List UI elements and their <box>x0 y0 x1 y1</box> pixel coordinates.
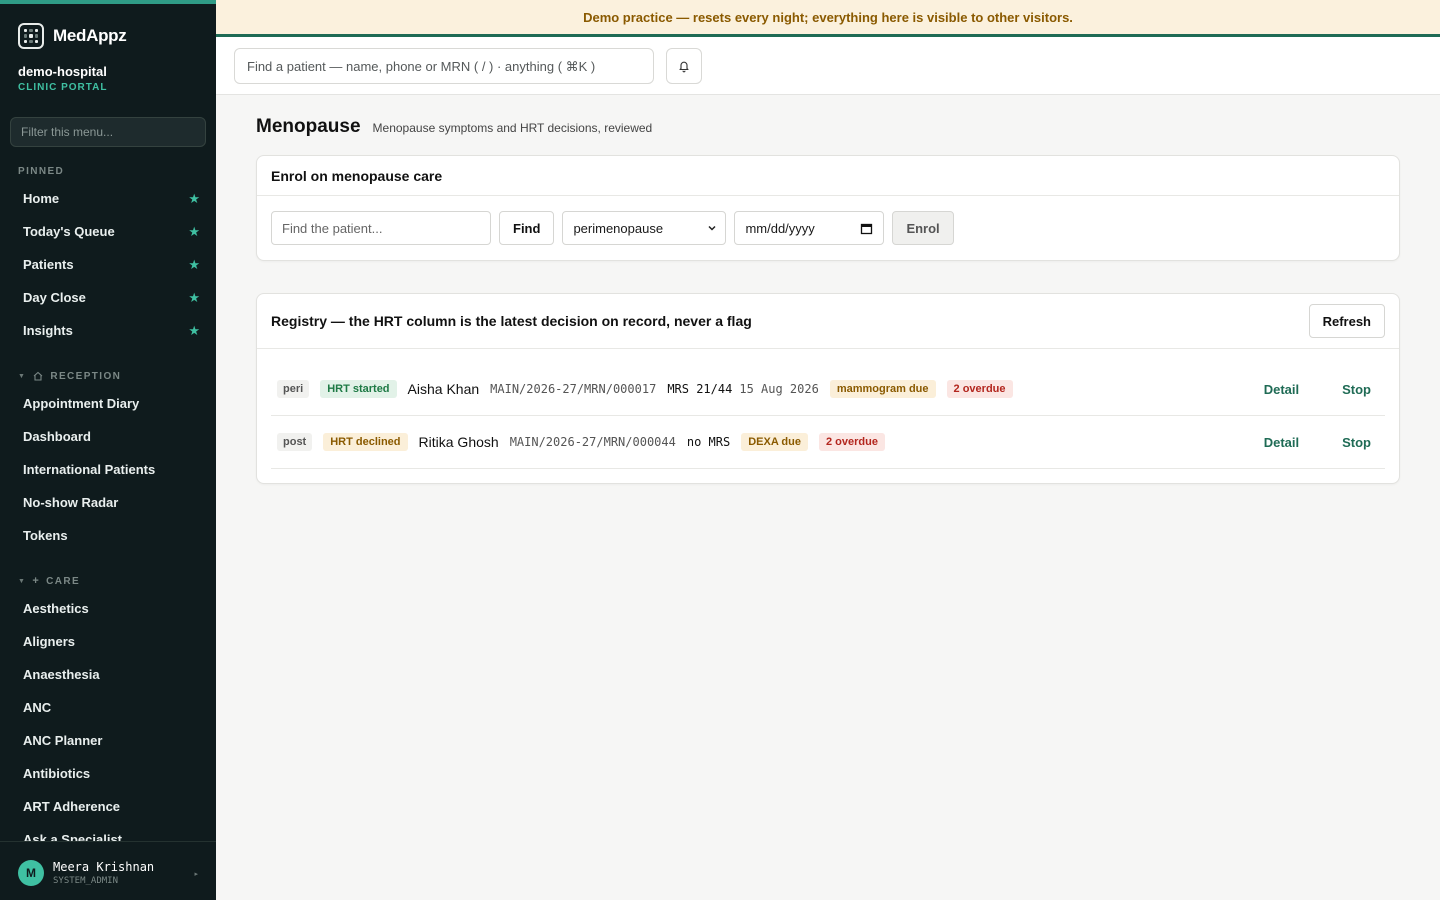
patient-name: Ritika Ghosh <box>418 434 499 450</box>
home-icon <box>33 371 43 381</box>
registry-title: Registry — the HRT column is the latest … <box>271 313 752 329</box>
registry-header: Registry — the HRT column is the latest … <box>257 294 1399 349</box>
stop-link[interactable]: Stop <box>1342 382 1371 397</box>
sidebar-item-home[interactable]: Home ★ <box>0 182 216 215</box>
row-actions: Detail Stop <box>1264 363 1371 416</box>
sidebar-item-appointment-diary[interactable]: Appointment Diary <box>0 387 216 420</box>
sidebar-item-anc[interactable]: ANC <box>0 691 216 724</box>
refresh-button[interactable]: Refresh <box>1308 304 1385 338</box>
care-list[interactable]: Aesthetics Aligners Anaesthesia ANC ANC … <box>0 592 216 841</box>
pinned-list: Home ★ Today's Queue ★ Patients ★ Day Close… <box>0 182 216 347</box>
demo-banner: Demo practice — resets every night; ever… <box>216 0 1440 37</box>
section-label-reception[interactable]: ▼ RECEPTION <box>18 370 121 382</box>
chevron-down-icon: ▼ <box>18 577 27 585</box>
detail-link[interactable]: Detail <box>1264 382 1299 397</box>
stage-badge: peri <box>277 380 310 398</box>
find-button[interactable]: Find <box>499 211 555 245</box>
enrol-card-title: Enrol on menopause care <box>257 156 1399 196</box>
notifications-button[interactable] <box>666 48 702 84</box>
stage-select-value: perimenopause <box>573 220 664 236</box>
star-icon[interactable]: ★ <box>188 323 200 339</box>
stage-select[interactable]: perimenopause <box>562 211 727 245</box>
star-icon[interactable]: ★ <box>188 224 200 240</box>
stage-badge: post <box>277 433 313 451</box>
mrs-score: no MRS <box>686 435 731 449</box>
enrol-card: Enrol on menopause care Find perimenopau… <box>256 155 1400 261</box>
menu-filter-input[interactable] <box>10 117 206 147</box>
enrol-form: Find perimenopause mm/dd/yyyy Enrol <box>257 196 1399 260</box>
sidebar-item-international-patients[interactable]: International Patients <box>0 453 216 486</box>
page-header: Menopause Menopause symptoms and HRT dec… <box>256 116 652 138</box>
detail-link[interactable]: Detail <box>1264 435 1299 450</box>
sidebar-item-day-close[interactable]: Day Close ★ <box>0 281 216 314</box>
topbar <box>216 37 1440 95</box>
calendar-icon[interactable] <box>860 222 873 235</box>
overdue-badge: 2 overdue <box>818 433 885 451</box>
sidebar-item-ask-a-specialist[interactable]: Ask a Specialist <box>0 823 216 841</box>
stop-link[interactable]: Stop <box>1342 435 1371 450</box>
hrt-status-badge: HRT declined <box>323 433 408 451</box>
user-menu[interactable]: M Meera Krishnan SYSTEM_ADMIN ▸ <box>0 841 216 900</box>
due-badge: mammogram due <box>829 380 936 398</box>
brand[interactable]: MedAppz <box>18 22 127 50</box>
star-icon[interactable]: ★ <box>188 290 200 306</box>
org-subtitle: CLINIC PORTAL <box>18 82 108 93</box>
sidebar: MedAppz demo-hospital CLINIC PORTAL PINN… <box>0 0 216 900</box>
section-label-care[interactable]: ▼ + CARE <box>18 575 80 587</box>
brand-name: MedAppz <box>53 26 127 45</box>
banner-text: Demo practice — resets every night; ever… <box>583 9 1073 25</box>
patient-mrn: MAIN/2026-27/MRN/000044 <box>509 435 676 449</box>
org-name: demo-hospital <box>18 64 107 79</box>
star-icon[interactable]: ★ <box>188 191 200 207</box>
sidebar-item-insights[interactable]: Insights ★ <box>0 314 216 347</box>
chevron-down-icon: ▼ <box>18 372 27 380</box>
overdue-badge: 2 overdue <box>946 380 1013 398</box>
reception-list: Appointment Diary Dashboard Internationa… <box>0 387 216 552</box>
sidebar-item-anc-planner[interactable]: ANC Planner <box>0 724 216 757</box>
enrol-patient-input[interactable] <box>271 211 491 245</box>
sidebar-item-art-adherence[interactable]: ART Adherence <box>0 790 216 823</box>
patient-name: Aisha Khan <box>407 381 480 397</box>
enrol-button[interactable]: Enrol <box>892 211 954 245</box>
section-label-pinned: PINNED <box>18 166 65 177</box>
sidebar-item-patients[interactable]: Patients ★ <box>0 248 216 281</box>
registry-card: Registry — the HRT column is the latest … <box>256 293 1400 484</box>
page-title: Menopause <box>256 116 361 137</box>
row-actions: Detail Stop <box>1264 416 1371 469</box>
sidebar-item-antibiotics[interactable]: Antibiotics <box>0 757 216 790</box>
patient-mrn: MAIN/2026-27/MRN/000017 <box>490 382 657 396</box>
user-info: Meera Krishnan SYSTEM_ADMIN <box>53 860 154 886</box>
patient-search-input[interactable] <box>234 48 654 84</box>
table-row: post HRT declined Ritika Ghosh MAIN/2026… <box>271 416 1385 469</box>
hrt-status-badge: HRT started <box>320 380 397 398</box>
bell-icon <box>679 61 689 73</box>
registry-list: peri HRT started Aisha Khan MAIN/2026-27… <box>257 363 1399 483</box>
chevron-right-icon: ▸ <box>194 871 198 878</box>
org-block: demo-hospital CLINIC PORTAL <box>18 64 107 93</box>
sidebar-item-tokens[interactable]: Tokens <box>0 519 216 552</box>
user-name: Meera Krishnan <box>53 860 155 874</box>
chevron-down-icon <box>708 225 716 231</box>
review-date: 15 Aug 2026 <box>739 382 819 396</box>
due-badge: DEXA due <box>741 433 808 451</box>
star-icon[interactable]: ★ <box>188 257 200 273</box>
sidebar-item-no-show-radar[interactable]: No-show Radar <box>0 486 216 519</box>
sidebar-item-anaesthesia[interactable]: Anaesthesia <box>0 658 216 691</box>
enrol-date-input[interactable]: mm/dd/yyyy <box>734 211 885 245</box>
avatar: M <box>18 860 44 886</box>
user-role: SYSTEM_ADMIN <box>53 876 119 886</box>
table-row: peri HRT started Aisha Khan MAIN/2026-27… <box>271 363 1385 416</box>
sidebar-item-dashboard[interactable]: Dashboard <box>0 420 216 453</box>
sidebar-item-todays-queue[interactable]: Today's Queue ★ <box>0 215 216 248</box>
sidebar-item-aesthetics[interactable]: Aesthetics <box>0 592 216 625</box>
brand-logo-icon <box>18 23 44 49</box>
date-placeholder: mm/dd/yyyy <box>745 220 815 236</box>
plus-icon: + <box>32 575 41 587</box>
mrs-score: MRS 21/44 <box>667 382 733 396</box>
page-subtitle: Menopause symptoms and HRT decisions, re… <box>372 121 653 135</box>
sidebar-item-aligners[interactable]: Aligners <box>0 625 216 658</box>
